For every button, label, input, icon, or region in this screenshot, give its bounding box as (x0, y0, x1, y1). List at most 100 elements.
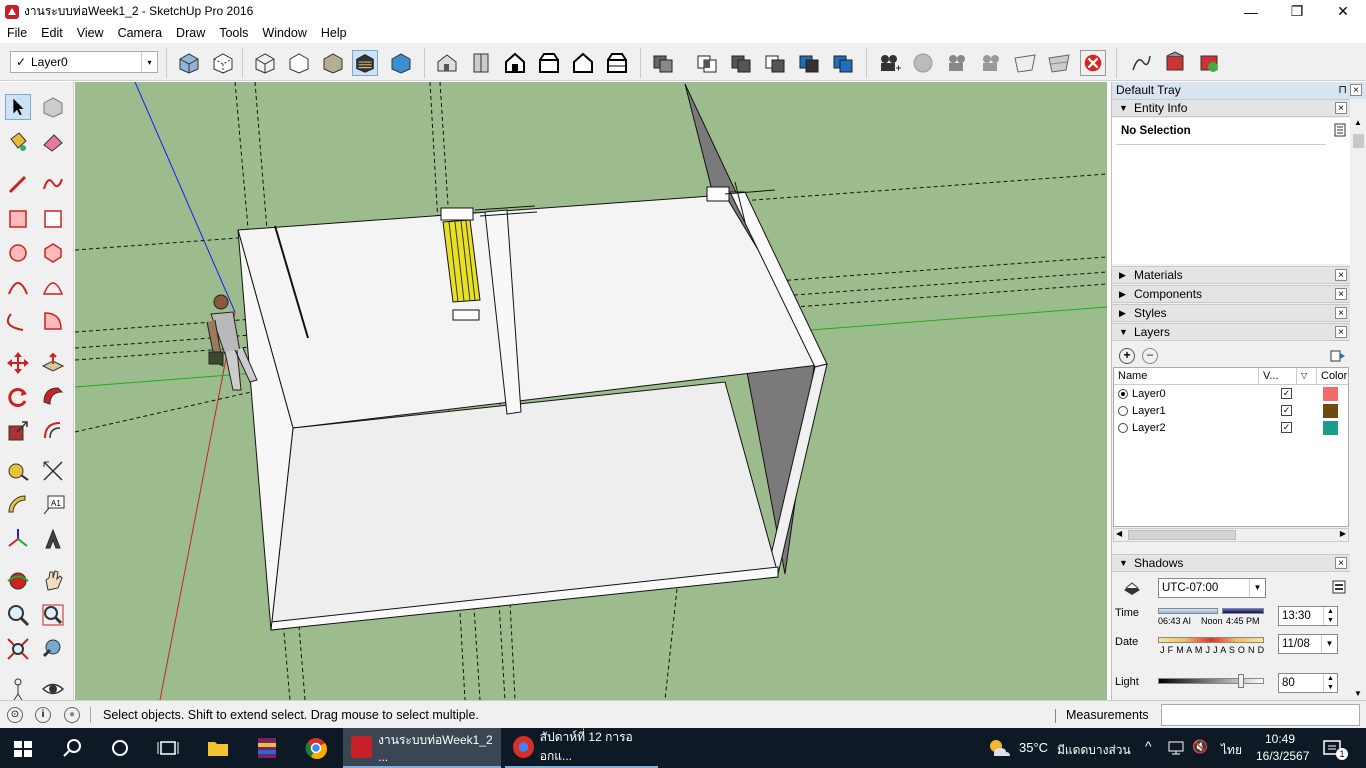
rotate-tool-icon[interactable] (5, 384, 31, 410)
hidden-line-style-icon[interactable] (286, 50, 312, 76)
layer-name[interactable]: Layer2 (1132, 422, 1166, 434)
geo-location-icon[interactable]: ⊙ (7, 707, 23, 723)
model-canvas[interactable] (75, 82, 1107, 700)
light-slider[interactable] (1158, 678, 1264, 684)
right-view-icon[interactable] (536, 50, 562, 76)
scale-tool-icon[interactable] (5, 418, 31, 444)
polygon-tool-icon[interactable] (40, 240, 66, 266)
show-hidden-icons-icon[interactable]: ^ (1145, 738, 1152, 754)
shadow-details-icon[interactable] (1332, 580, 1346, 594)
axes-tool-icon[interactable] (5, 526, 31, 552)
column-color[interactable]: Color (1317, 368, 1350, 384)
shaded-style-icon[interactable] (320, 50, 346, 76)
layer-row[interactable]: Layer0 ✓ (1114, 386, 1348, 403)
wireframe-style-icon[interactable] (252, 50, 278, 76)
front-view-icon[interactable] (502, 50, 528, 76)
no-sections-icon[interactable] (1080, 50, 1106, 76)
menu-help[interactable]: Help (314, 23, 354, 43)
layer-visible-checkbox[interactable]: ✓ (1281, 388, 1292, 399)
shadow-toggle-icon[interactable] (1122, 580, 1142, 596)
orbit-tool-icon[interactable] (5, 568, 31, 594)
paint-bucket-icon[interactable] (5, 129, 31, 155)
menu-camera[interactable]: Camera (111, 23, 169, 43)
delete-scene-icon[interactable] (978, 50, 1004, 76)
layer-color-swatch[interactable] (1323, 421, 1338, 435)
extension-warehouse-icon[interactable] (1196, 50, 1222, 76)
delete-layer-icon[interactable]: − (1142, 348, 1158, 364)
tray-close-button[interactable]: × (1350, 84, 1362, 96)
search-icon[interactable] (60, 728, 86, 768)
taskbar-app-chrome[interactable]: สัปดาห์ที่ 12 การออกแ... (505, 728, 658, 768)
active-layer-radio[interactable] (1118, 406, 1128, 416)
rectangle-tool-icon[interactable] (5, 206, 31, 232)
layers-close-button[interactable]: × (1335, 326, 1347, 338)
shadows-header[interactable]: ▼ Shadows × (1112, 554, 1350, 572)
clock-date[interactable]: 16/3/2567 (1256, 749, 1309, 763)
maximize-button[interactable]: ❐ (1274, 0, 1320, 23)
layer-details-icon[interactable] (1330, 348, 1346, 364)
menu-window[interactable]: Window (255, 23, 313, 43)
zoom-tool-icon[interactable] (5, 602, 31, 628)
push-pull-icon[interactable] (40, 350, 66, 376)
winrar-icon[interactable] (254, 728, 280, 768)
file-explorer-icon[interactable] (205, 728, 231, 768)
scroll-right-icon[interactable]: ▶ (1340, 529, 1346, 538)
weather-partly-sunny-icon[interactable] (986, 736, 1012, 760)
components-header[interactable]: ▶ Components × (1112, 285, 1350, 303)
zoom-extents-icon[interactable] (5, 636, 31, 662)
look-around-icon[interactable] (40, 676, 66, 702)
select-tool-icon[interactable] (5, 94, 31, 120)
timezone-select[interactable]: UTC-07:00 ▼ (1158, 578, 1266, 598)
xray-style-icon[interactable] (176, 50, 202, 76)
text-tool-icon[interactable]: A1 (40, 492, 66, 518)
two-point-arc-icon[interactable] (40, 274, 66, 300)
light-input[interactable]: 80 ▲ ▼ (1278, 673, 1338, 693)
layer-name[interactable]: Layer1 (1132, 405, 1166, 417)
pin-icon[interactable]: ⊓ (1338, 82, 1347, 99)
layers-header[interactable]: ▼ Layers × (1112, 323, 1350, 341)
weather-temp[interactable]: 35°C (1019, 740, 1048, 755)
date-input[interactable]: 11/08 ▼ (1278, 634, 1338, 654)
outer-shell-icon[interactable] (650, 50, 676, 76)
layer-row[interactable]: Layer2 ✓ (1114, 420, 1348, 437)
spinner-icon[interactable]: ▲ ▼ (1323, 607, 1337, 625)
3d-text-icon[interactable] (40, 526, 66, 552)
back-edges-style-icon[interactable] (210, 50, 236, 76)
taskbar-app-sketchup[interactable]: งานระบบท่อWeek1_2 ... (343, 728, 501, 768)
pie-tool-icon[interactable] (40, 308, 66, 334)
layer-dropdown[interactable]: ✓ Layer0 ▾ (10, 51, 158, 73)
scroll-down-icon[interactable]: ▼ (1354, 689, 1362, 698)
tray-scroll-thumb[interactable] (1353, 134, 1364, 148)
pan-tool-icon[interactable] (40, 568, 66, 594)
cortana-icon[interactable] (107, 728, 133, 768)
eraser-icon[interactable] (40, 129, 66, 155)
menu-draw[interactable]: Draw (169, 23, 212, 43)
info-icon[interactable]: i (35, 707, 51, 723)
language-indicator[interactable]: ไทย (1221, 741, 1242, 760)
task-view-icon[interactable] (155, 728, 181, 768)
menu-tools[interactable]: Tools (212, 23, 255, 43)
offset-tool-icon[interactable] (40, 418, 66, 444)
union-icon[interactable] (728, 50, 754, 76)
previous-view-icon[interactable] (40, 636, 66, 662)
intersect-icon[interactable] (694, 50, 720, 76)
clock-time[interactable]: 10:49 (1265, 732, 1295, 746)
column-visible[interactable]: V... (1259, 368, 1297, 384)
shaded-textures-style-icon[interactable] (352, 50, 378, 76)
layer-name[interactable]: Layer0 (1132, 388, 1166, 400)
line-tool-icon[interactable] (5, 171, 31, 197)
circle-tool-icon[interactable] (5, 240, 31, 266)
menu-view[interactable]: View (70, 23, 111, 43)
user-icon[interactable]: ● (64, 707, 80, 723)
time-slider-morning[interactable] (1158, 608, 1218, 614)
minimize-button[interactable]: — (1228, 0, 1274, 23)
subtract-icon[interactable] (762, 50, 788, 76)
rotated-rectangle-icon[interactable] (40, 206, 66, 232)
tray-scrollbar[interactable]: ▲ ▼ (1351, 118, 1366, 700)
weather-desc[interactable]: มีแดดบางส่วน (1057, 741, 1131, 760)
volume-muted-icon[interactable]: 🔇 (1192, 739, 1208, 755)
entity-info-header[interactable]: ▼ Entity Info × (1112, 99, 1350, 117)
layer-row[interactable]: Layer1 ✓ (1114, 403, 1348, 420)
left-view-icon[interactable] (604, 50, 630, 76)
layer-color-swatch[interactable] (1323, 404, 1338, 418)
